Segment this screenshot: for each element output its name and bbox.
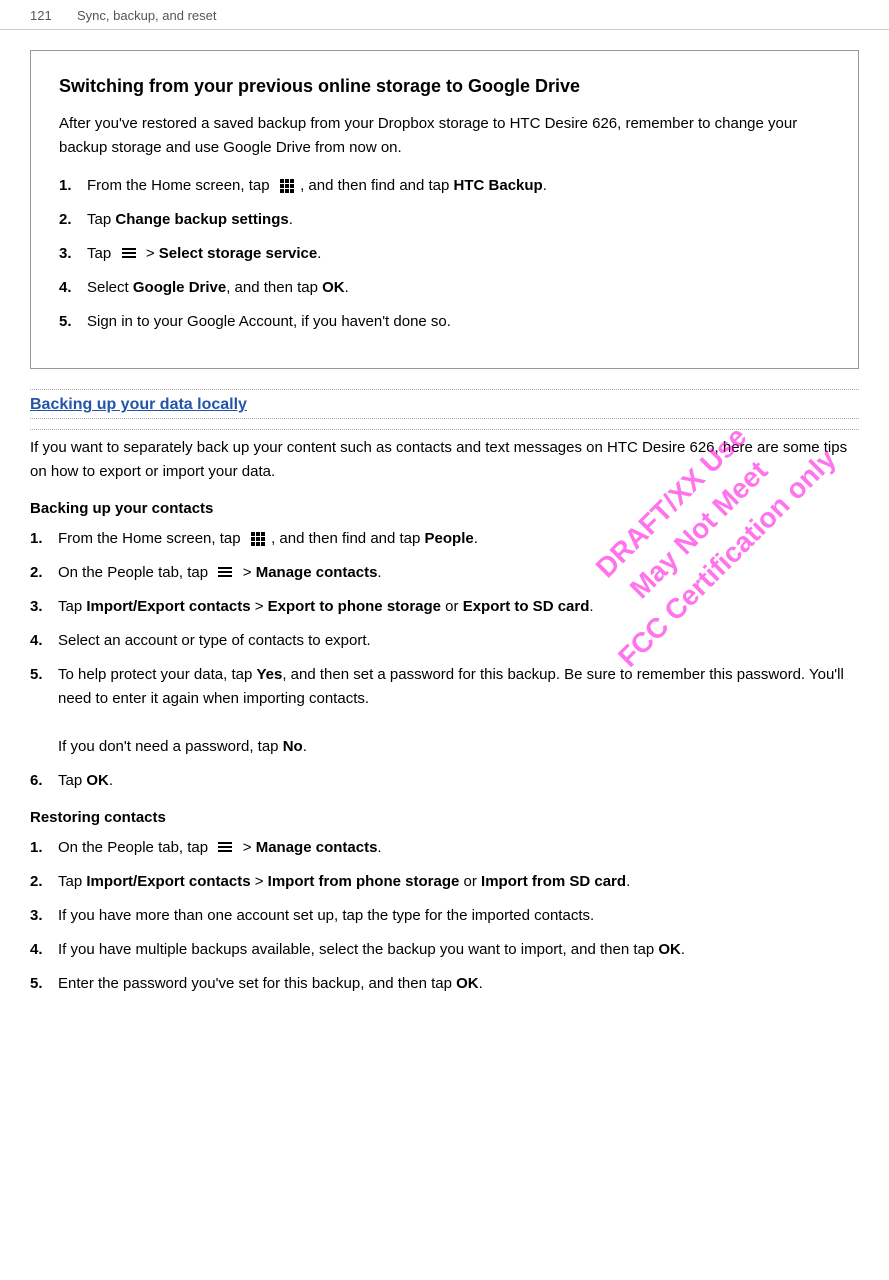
grid-icon-1 bbox=[280, 179, 294, 193]
contacts-step-1: 1. From the Home screen, tap , and then … bbox=[30, 527, 859, 551]
chapter-title: Sync, backup, and reset bbox=[77, 8, 216, 23]
divider2 bbox=[30, 429, 859, 430]
backing-heading: Backing up your data locally bbox=[30, 396, 859, 419]
contacts-step-5: 5. To help protect your data, tap Yes, a… bbox=[30, 663, 859, 759]
boxed-step-3: 3. Tap > Select storage service. bbox=[59, 242, 830, 266]
menu-icon-2 bbox=[218, 567, 232, 579]
boxed-step-1: 1. From the Home screen, tap , and then … bbox=[59, 174, 830, 198]
boxed-section: Switching from your previous online stor… bbox=[30, 50, 859, 369]
contacts-step-6: 6. Tap OK. bbox=[30, 769, 859, 793]
page-number: 121 bbox=[30, 8, 52, 23]
restoring-step-4: 4. If you have multiple backups availabl… bbox=[30, 938, 859, 962]
main-content: Switching from your previous online stor… bbox=[0, 30, 889, 1036]
boxed-steps-list: 1. From the Home screen, tap , and then … bbox=[59, 174, 830, 334]
contacts-step-3: 3. Tap Import/Export contacts > Export t… bbox=[30, 595, 859, 619]
page-header: 121 Sync, backup, and reset bbox=[0, 0, 889, 30]
restoring-steps-list: 1. On the People tab, tap > Manage conta… bbox=[30, 836, 859, 996]
menu-icon-3 bbox=[218, 842, 232, 854]
contacts-step-2: 2. On the People tab, tap > Manage conta… bbox=[30, 561, 859, 585]
contacts-step-4: 4. Select an account or type of contacts… bbox=[30, 629, 859, 653]
content-body: DRAFT/XX UseMay Not MeetFCC Certificatio… bbox=[0, 30, 889, 1036]
restoring-step-5: 5. Enter the password you've set for thi… bbox=[30, 972, 859, 996]
backing-intro: If you want to separately back up your c… bbox=[30, 436, 859, 484]
restoring-heading: Restoring contacts bbox=[30, 809, 859, 826]
restoring-step-2: 2. Tap Import/Export contacts > Import f… bbox=[30, 870, 859, 894]
boxed-section-title: Switching from your previous online stor… bbox=[59, 75, 830, 98]
boxed-step-5: 5. Sign in to your Google Account, if yo… bbox=[59, 310, 830, 334]
grid-icon-2 bbox=[251, 532, 265, 546]
menu-icon-1 bbox=[122, 248, 136, 260]
boxed-step-4: 4. Select Google Drive, and then tap OK. bbox=[59, 276, 830, 300]
restoring-step-1: 1. On the People tab, tap > Manage conta… bbox=[30, 836, 859, 860]
restoring-step-3: 3. If you have more than one account set… bbox=[30, 904, 859, 928]
boxed-step-2: 2. Tap Change backup settings. bbox=[59, 208, 830, 232]
divider bbox=[30, 389, 859, 390]
contacts-steps-list: 1. From the Home screen, tap , and then … bbox=[30, 527, 859, 793]
contacts-heading: Backing up your contacts bbox=[30, 500, 859, 517]
boxed-section-intro: After you've restored a saved backup fro… bbox=[59, 112, 830, 160]
backing-section: Backing up your data locally If you want… bbox=[30, 396, 859, 996]
